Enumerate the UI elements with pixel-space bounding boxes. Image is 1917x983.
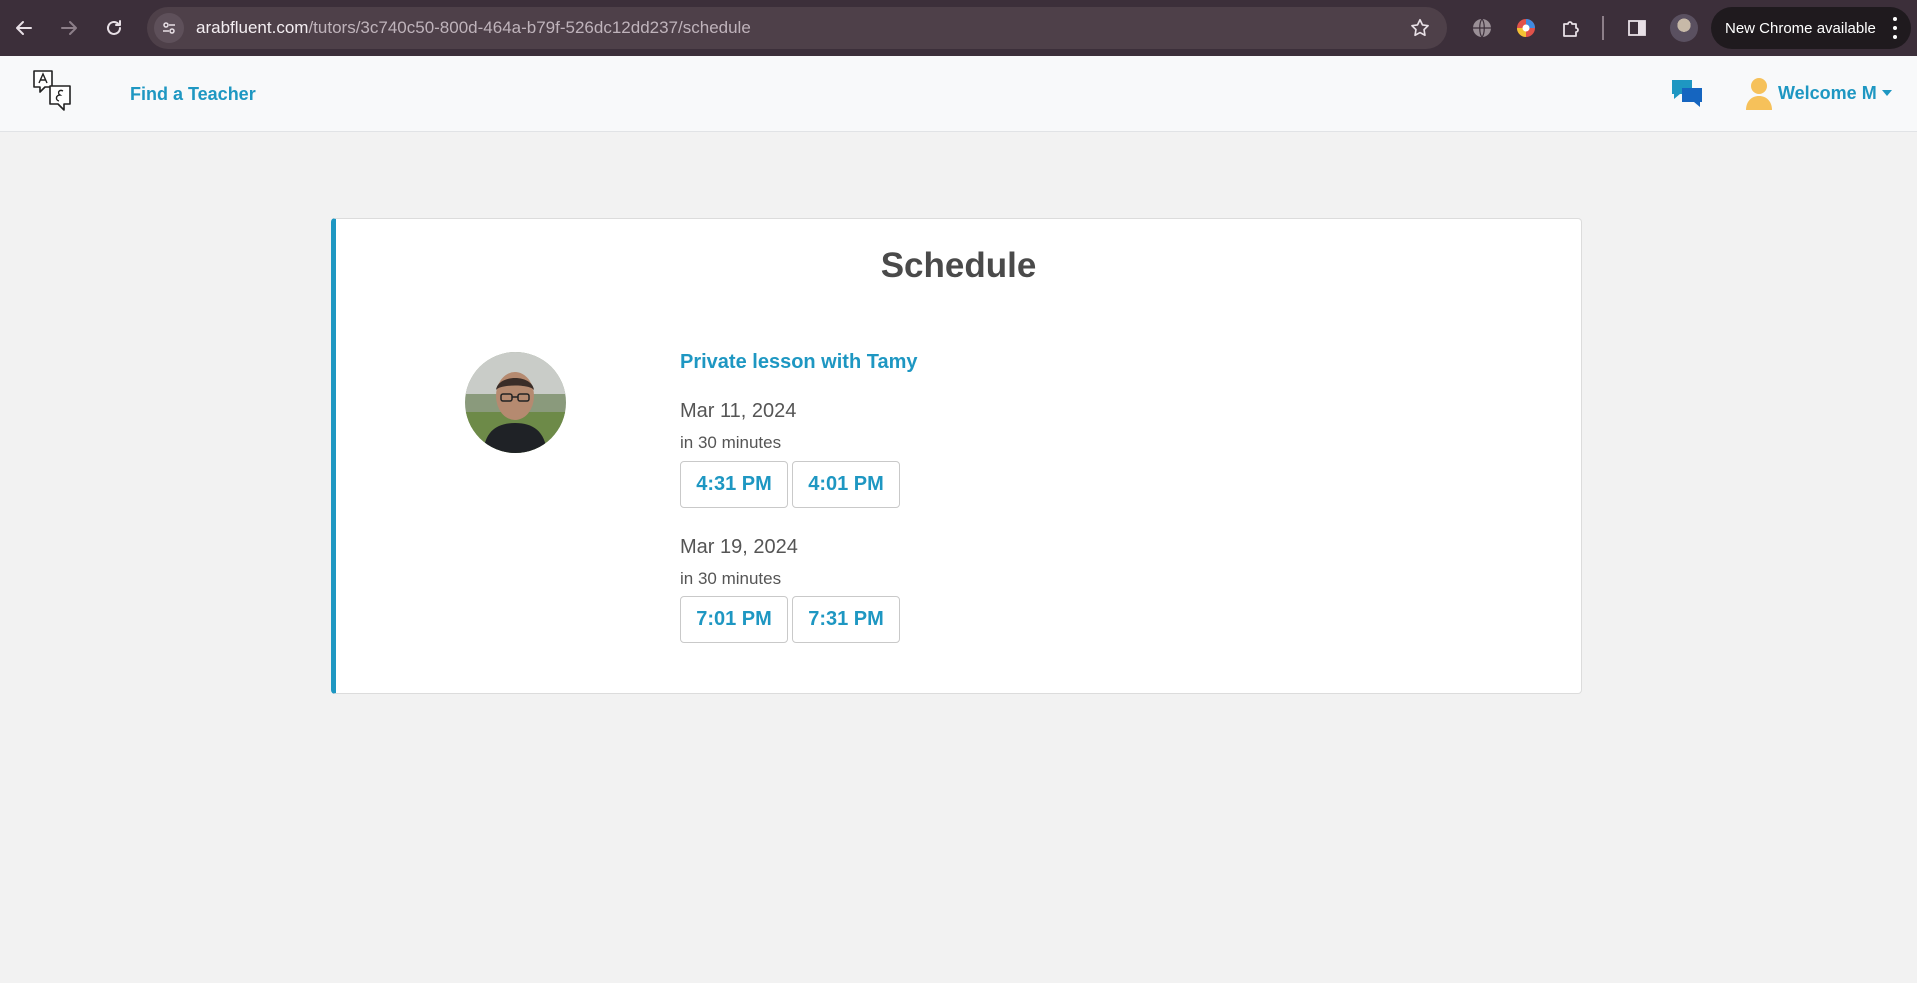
site-info-button[interactable] [154, 13, 184, 43]
browser-toolbar: arabfluent.com/tutors/3c740c50-800d-464a… [0, 0, 1917, 56]
profile-avatar[interactable] [1670, 14, 1698, 42]
color-extension-icon[interactable] [1512, 14, 1540, 42]
user-menu[interactable]: Welcome M [1744, 76, 1892, 110]
time-slot-button[interactable]: 7:01 PM [680, 596, 788, 643]
lesson-title[interactable]: Private lesson with Tamy [680, 351, 918, 374]
forward-button[interactable] [47, 6, 91, 50]
url-host: arabfluent.com [196, 18, 309, 37]
chrome-update-label: New Chrome available [1725, 19, 1876, 37]
chevron-down-icon [1881, 90, 1892, 96]
arrow-right-icon [61, 21, 77, 35]
find-teacher-link[interactable]: Find a Teacher [130, 84, 256, 105]
translate-extension-icon[interactable] [1468, 14, 1496, 42]
reload-button[interactable] [92, 6, 136, 50]
page-title: Schedule [880, 246, 1037, 285]
back-button[interactable] [2, 6, 46, 50]
messages-icon[interactable] [1670, 78, 1704, 108]
day-date: Mar 19, 2024 [680, 536, 798, 558]
toolbar-divider [1602, 16, 1604, 40]
time-slot-button[interactable]: 7:31 PM [792, 596, 900, 643]
user-icon [1746, 78, 1772, 110]
side-panel-icon[interactable] [1623, 14, 1651, 42]
url-path: /tutors/3c740c50-800d-464a-b79f-526dc12d… [308, 18, 751, 37]
day-date: Mar 11, 2024 [680, 400, 797, 422]
time-slot-button[interactable]: 4:31 PM [680, 461, 788, 508]
arabfluent-logo[interactable] [31, 68, 73, 114]
welcome-label: Welcome M [1778, 82, 1877, 103]
time-slot-button[interactable]: 4:01 PM [792, 461, 900, 508]
url-text: arabfluent.com/tutors/3c740c50-800d-464a… [196, 18, 751, 38]
tutor-avatar [465, 352, 566, 453]
chrome-update-button[interactable]: New Chrome available [1711, 7, 1911, 49]
day-duration: in 30 minutes [680, 569, 782, 588]
day-duration: in 30 minutes [680, 433, 782, 452]
puzzle-extensions-icon[interactable] [1557, 14, 1585, 42]
site-header: Find a Teacher Welcome M [0, 56, 1917, 132]
schedule-card: Schedule Private lesson with Tamy Mar 11… [331, 218, 1582, 694]
reload-icon [107, 20, 121, 35]
address-bar[interactable]: arabfluent.com/tutors/3c740c50-800d-464a… [147, 7, 1447, 49]
more-menu-icon [1893, 17, 1897, 39]
bookmark-star-icon[interactable] [1409, 17, 1431, 44]
arrow-left-icon [16, 21, 32, 35]
tune-icon [163, 22, 175, 34]
